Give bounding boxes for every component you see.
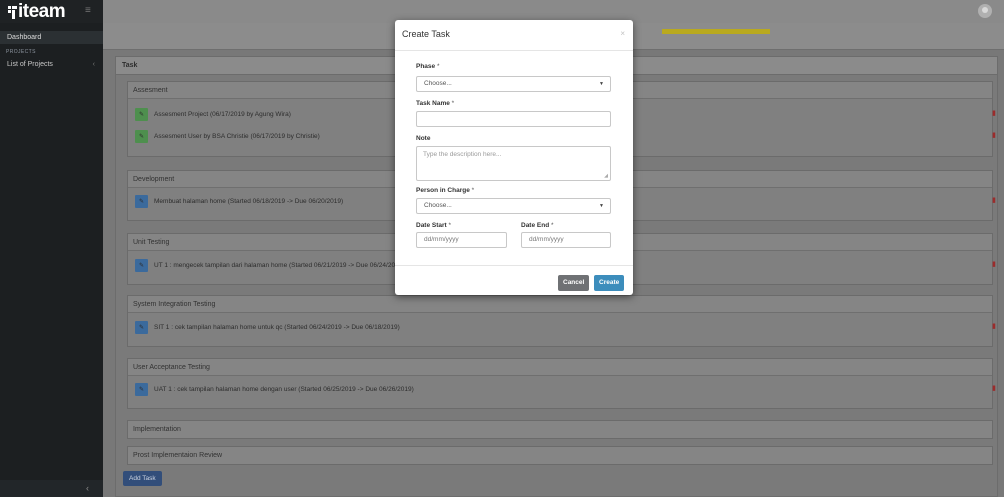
task-text: SIT 1 : cek tampilan halaman home untuk … <box>154 323 400 331</box>
caret-down-icon: ▼ <box>599 81 604 87</box>
person-in-charge-select[interactable]: Choose... ▼ <box>416 198 611 214</box>
delete-icon[interactable]: ▮ <box>992 385 998 392</box>
task-text: UT 1 : mengecek tampilan dari halaman ho… <box>154 261 405 269</box>
task-name-label: Task Name * <box>416 100 454 107</box>
close-icon[interactable]: × <box>620 29 625 38</box>
phase-post-implementation-review: Prost Implementaion Review <box>127 446 993 465</box>
phase-label-text: Phase <box>416 63 436 70</box>
create-task-modal: Create Task × Phase * Choose... ▼ Task N… <box>395 20 633 295</box>
pic-select-value: Choose... <box>424 202 452 209</box>
task-status-icon: ✎ <box>135 107 148 121</box>
required-mark: * <box>550 222 554 229</box>
resize-grip-icon: ◢ <box>604 173 608 179</box>
date-start-label-text: Date Start <box>416 222 447 229</box>
task-status-icon: ✎ <box>135 320 148 334</box>
delete-icon[interactable]: ▮ <box>992 110 998 117</box>
task-name-label-text: Task Name <box>416 100 450 107</box>
sidebar-item-list-of-projects[interactable]: List of Projects ‹ <box>0 59 103 71</box>
cancel-button[interactable]: Cancel <box>558 275 590 291</box>
chevron-left-icon: ‹ <box>92 61 95 68</box>
note-placeholder: Type the description here... <box>423 151 502 158</box>
required-mark: * <box>448 222 452 229</box>
note-textarea[interactable]: Type the description here... ◢ <box>416 146 611 181</box>
phase-title: User Acceptance Testing <box>128 359 992 376</box>
chevron-left-icon: ‹ <box>86 483 89 493</box>
phase-title: Prost Implementaion Review <box>128 447 992 464</box>
sidebar-collapse-button[interactable]: ‹ <box>0 480 103 497</box>
date-start-label: Date Start * <box>416 222 451 229</box>
sidebar-item-label: List of Projects <box>7 61 53 68</box>
task-text: Assesment User by BSA Christie (06/17/20… <box>154 132 320 140</box>
task-text: Assesment Project (06/17/2019 by Agung W… <box>154 110 291 118</box>
phase-user-acceptance-testing: User Acceptance Testing ✎ UAT 1 : cek ta… <box>127 358 996 409</box>
task-status-icon: ✎ <box>135 258 148 272</box>
required-mark: * <box>436 63 440 70</box>
sidebar-item-dashboard[interactable]: Dashboard <box>0 31 103 44</box>
task-row[interactable]: ✎ SIT 1 : cek tampilan halaman home untu… <box>135 320 400 334</box>
delete-icon[interactable]: ▮ <box>992 197 998 204</box>
pic-label-text: Person in Charge <box>416 187 470 194</box>
task-status-icon: ✎ <box>135 382 148 396</box>
sidebar: Dashboard PROJECTS List of Projects ‹ ‹ <box>0 23 103 497</box>
task-row[interactable]: ✎ Assesment Project (06/17/2019 by Agung… <box>135 107 291 121</box>
date-end-input[interactable]: dd/mm/yyyy <box>521 232 611 248</box>
phase-select[interactable]: Choose... ▼ <box>416 76 611 92</box>
task-row[interactable]: ✎ Assesment User by BSA Christie (06/17/… <box>135 129 320 143</box>
task-row[interactable]: ✎ Membuat halaman home (Started 06/18/20… <box>135 194 343 208</box>
phase-system-integration-testing: System Integration Testing ✎ SIT 1 : cek… <box>127 295 996 347</box>
add-task-button[interactable]: Add Task <box>123 471 162 486</box>
required-mark: * <box>451 100 455 107</box>
create-button[interactable]: Create <box>594 275 625 291</box>
required-mark: * <box>471 187 475 194</box>
date-end-label: Date End * <box>521 222 554 229</box>
phase-title: System Integration Testing <box>128 296 992 313</box>
task-text: Membuat halaman home (Started 06/18/2019… <box>154 197 344 205</box>
modal-footer: Cancel Create <box>395 265 633 295</box>
menu-icon[interactable]: ≡ <box>85 5 91 16</box>
phase-title: Implementation <box>128 421 992 438</box>
modal-title: Create Task <box>402 29 450 39</box>
note-label: Note <box>416 135 431 142</box>
task-status-icon: ✎ <box>135 194 148 208</box>
modal-header: Create Task × <box>395 20 633 51</box>
date-start-input[interactable]: dd/mm/yyyy <box>416 232 507 248</box>
task-row[interactable]: ✎ UAT 1 : cek tampilan halaman home deng… <box>135 382 414 396</box>
delete-icon[interactable]: ▮ <box>992 261 998 268</box>
logo-text: iteam <box>18 1 66 22</box>
task-text: UAT 1 : cek tampilan halaman home dengan… <box>154 385 414 393</box>
progress-bar <box>662 29 771 34</box>
phase-implementation: Implementation <box>127 420 993 439</box>
person-in-charge-label: Person in Charge * <box>416 187 474 194</box>
phase-select-value: Choose... <box>424 80 452 87</box>
user-avatar[interactable] <box>978 4 992 18</box>
task-name-input[interactable] <box>416 111 611 127</box>
task-status-icon: ✎ <box>135 129 148 143</box>
task-row[interactable]: ✎ UT 1 : mengecek tampilan dari halaman … <box>135 258 404 272</box>
date-end-label-text: Date End <box>521 222 550 229</box>
logo-icon <box>8 6 17 19</box>
delete-icon[interactable]: ▮ <box>992 323 998 330</box>
sidebar-heading-projects: PROJECTS <box>6 49 36 55</box>
caret-down-icon: ▼ <box>599 203 604 209</box>
delete-icon[interactable]: ▮ <box>992 132 998 139</box>
phase-label: Phase * <box>416 63 440 70</box>
